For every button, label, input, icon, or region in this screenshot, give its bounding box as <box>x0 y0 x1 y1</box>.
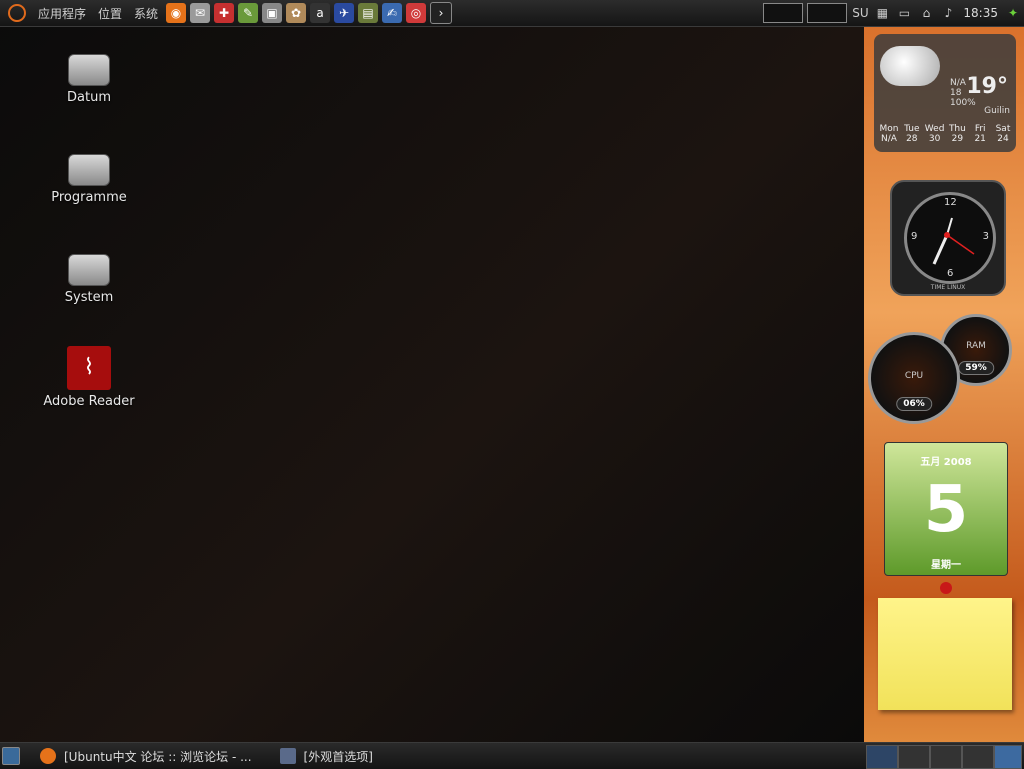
cpu-label: CPU <box>904 371 924 381</box>
firefox-icon <box>40 748 56 764</box>
widget-dock: N/A 18 100% 19° Guilin Mon N/A Tue 28 Wed 3… <box>864 26 1024 742</box>
desktop-icon-label: Datum <box>67 90 111 105</box>
forecast-day: Tue 28 <box>904 124 920 144</box>
system-monitor-graph-2[interactable] <box>807 3 848 23</box>
workspace-2[interactable] <box>898 745 930 769</box>
menu-system[interactable]: 系统 <box>128 5 164 22</box>
forecast-day: Thu 29 <box>948 124 966 144</box>
paint-icon[interactable]: ✎ <box>238 3 259 23</box>
weather-hi: 18 <box>950 88 962 98</box>
taskbar-item-browser[interactable]: [Ubuntu中文 论坛 :: 浏览论坛 - ... <box>34 748 258 765</box>
clock-brand: TIME LINUX <box>930 284 966 291</box>
appearance-icon <box>279 748 296 764</box>
menu-applications[interactable]: 应用程序 <box>32 5 92 22</box>
ram-label: RAM <box>966 341 986 351</box>
clock-face: 12 3 6 9 <box>904 192 996 284</box>
calendar-month: 五月 2008 <box>920 457 972 468</box>
running-man-icon[interactable]: ✦ <box>1004 4 1022 22</box>
weather-city: Guilin <box>984 106 1010 116</box>
panel-clock[interactable]: 18:35 <box>963 6 998 20</box>
books-icon[interactable]: ▤ <box>358 3 379 23</box>
cpu-value: 06% <box>896 397 932 411</box>
forecast-day: Fri 21 <box>974 124 986 144</box>
forecast-day: Mon N/A <box>879 124 899 144</box>
taskbar-item-appearance[interactable]: [外观首选项] <box>274 748 379 765</box>
calendar-widget[interactable]: 五月 2008 5 星期一 <box>884 442 1008 576</box>
network-icon[interactable]: ▦ <box>873 4 891 22</box>
drive-icon <box>68 154 110 186</box>
plane-icon[interactable]: ✈ <box>334 3 355 23</box>
desktop-icon-adobe-reader[interactable]: ⌇ Adobe Reader <box>34 346 144 409</box>
palette-icon[interactable]: ✿ <box>286 3 307 23</box>
forecast-day: Sat 24 <box>995 124 1011 144</box>
volume-icon[interactable]: ♪ <box>939 4 957 22</box>
desktop-icon-label: Adobe Reader <box>43 394 135 409</box>
weather-forecast: Mon N/A Tue 28 Wed 30 Thu 29 Fri 21 Sat 24 <box>878 124 1014 144</box>
system-monitor-graph[interactable] <box>763 3 804 23</box>
calendar-day: 5 <box>923 473 969 547</box>
mail-icon[interactable]: ✉ <box>190 3 211 23</box>
show-desktop-icon <box>2 747 20 765</box>
monitor-icon[interactable]: ▭ <box>895 4 913 22</box>
rain-cloud-icon <box>880 46 940 86</box>
menu-places[interactable]: 位置 <box>92 5 128 22</box>
taskbar-item-label: [Ubuntu中文 论坛 :: 浏览论坛 - ... <box>64 749 252 764</box>
help-icon[interactable]: ✚ <box>214 3 235 23</box>
clock-hands <box>932 217 975 265</box>
desktop-icon-programme[interactable]: Programme <box>34 154 144 205</box>
system-tray: SU ▦ ▭ ⌂ ♪ 18:35 ✦ <box>761 0 1024 26</box>
workspace-4[interactable] <box>962 745 994 769</box>
ubuntu-logo-icon[interactable] <box>8 4 26 22</box>
weather-widget[interactable]: N/A 18 100% 19° Guilin Mon N/A Tue 28 Wed 3… <box>874 34 1016 152</box>
amarok-icon[interactable]: a <box>310 3 331 23</box>
terminal-window-icon[interactable]: ▣ <box>262 3 283 23</box>
desktop-icon-datum[interactable]: Datum <box>34 54 144 105</box>
drive-icon <box>68 254 110 286</box>
cpu-gauge-widget[interactable]: CPU 06% <box>868 332 960 424</box>
weather-humidity: 100% <box>950 98 976 108</box>
desktop-icon-label: System <box>64 290 114 305</box>
weather-na: N/A <box>950 78 966 88</box>
drive-icon <box>68 54 110 86</box>
sticky-note-widget[interactable] <box>878 582 1012 710</box>
editor-icon[interactable]: ✍ <box>382 3 403 23</box>
ram-value: 59% <box>958 361 994 375</box>
tray-label: SU <box>852 6 869 20</box>
lifebuoy-icon[interactable]: ◎ <box>406 3 427 23</box>
analog-clock-widget[interactable]: 12 3 6 9 TIME LINUX <box>890 180 1006 296</box>
firefox-icon[interactable]: ◉ <box>166 3 187 23</box>
weather-temp: 19° <box>966 74 1008 99</box>
workspace-3[interactable] <box>930 745 962 769</box>
adobe-reader-icon: ⌇ <box>67 346 111 390</box>
top-panel: 应用程序 位置 系统 ◉ ✉ ✚ ✎ ▣ ✿ a ✈ ▤ ✍ ◎ › SU ▦ … <box>0 0 1024 27</box>
desktop-icon-label: Programme <box>51 190 127 205</box>
bottom-panel: [Ubuntu中文 论坛 :: 浏览论坛 - ... [外观首选项] <box>0 742 1024 769</box>
workspace-1[interactable] <box>866 745 898 769</box>
terminal-icon[interactable]: › <box>430 2 453 24</box>
network-manager-icon[interactable]: ⌂ <box>917 4 935 22</box>
push-pin-icon <box>940 582 952 594</box>
taskbar-item-label: [外观首选项] <box>303 749 373 764</box>
show-desktop-button[interactable] <box>0 747 34 765</box>
forecast-day: Wed 30 <box>924 124 945 144</box>
calendar-weekday: 星期一 <box>931 560 961 571</box>
trash-icon[interactable] <box>994 745 1022 769</box>
desktop-icon-system[interactable]: System <box>34 254 144 305</box>
